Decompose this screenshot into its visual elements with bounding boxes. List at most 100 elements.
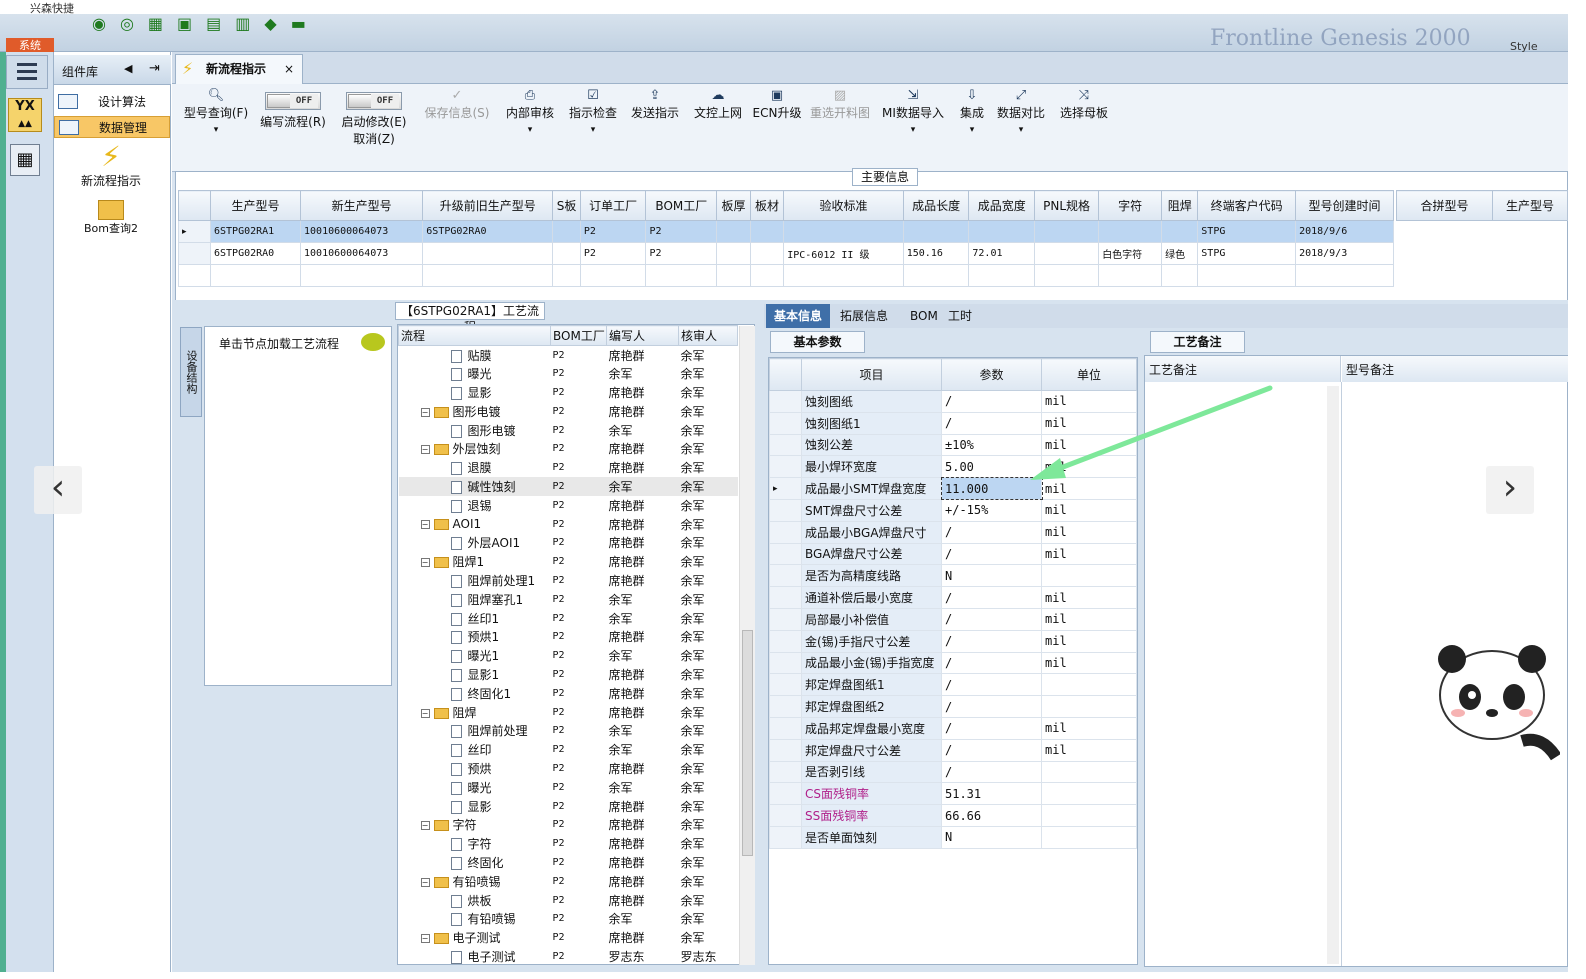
- flow-bom-cell[interactable]: P2: [551, 797, 607, 816]
- model-query-button[interactable]: 🔍︎ 型号查询(F) ▾: [178, 84, 254, 154]
- flow-reviewer-cell[interactable]: 余军: [679, 627, 738, 646]
- row-indicator[interactable]: [769, 738, 802, 762]
- param-row[interactable]: 邦定焊盘图纸2/: [769, 695, 1137, 718]
- collapse-icon[interactable]: −: [420, 520, 430, 530]
- flow-node[interactable]: 预烘1: [399, 627, 551, 646]
- flow-bom-cell[interactable]: P2: [551, 891, 607, 910]
- prev-arrow-icon[interactable]: ‹: [34, 466, 82, 514]
- system-button[interactable]: 系统: [6, 38, 54, 53]
- table-cell[interactable]: 6STPG02RA0: [422, 220, 554, 243]
- flow-writer-cell[interactable]: 席艳群: [607, 439, 679, 458]
- param-row[interactable]: 局部最小补偿值 / mil: [769, 607, 1137, 631]
- param-value[interactable]: /: [941, 607, 1042, 631]
- flow-reviewer-cell[interactable]: 余军: [679, 721, 738, 740]
- flow-bom-cell[interactable]: P2: [551, 515, 607, 534]
- flow-row[interactable]: − 外层蚀刻 P2 席艳群 余军: [399, 439, 738, 458]
- internal-review-button[interactable]: ⎙ 内部审核 ▾: [502, 84, 558, 154]
- menu-icon[interactable]: [6, 55, 48, 89]
- collapse-icon[interactable]: −: [420, 934, 430, 944]
- table-row[interactable]: 6STPG02RA0 10010600064073 P2 P2 IPC-6012 II …: [178, 242, 1394, 265]
- flow-reviewer-cell[interactable]: 余军: [679, 872, 738, 891]
- flow-writer-cell[interactable]: 席艳群: [607, 872, 679, 891]
- vertical-tab-structure[interactable]: 设备结构: [180, 327, 202, 417]
- row-indicator[interactable]: [178, 242, 211, 265]
- table-cell[interactable]: [749, 242, 785, 265]
- flow-node[interactable]: − 图形电镀: [399, 402, 551, 421]
- flow-bom-cell[interactable]: P2: [551, 402, 607, 421]
- flow-node[interactable]: 碱性蚀刻: [398, 477, 551, 496]
- flow-node[interactable]: 阻焊塞孔1: [399, 590, 551, 609]
- flow-bom-cell[interactable]: P2: [551, 571, 607, 590]
- scroll-thumb[interactable]: [742, 630, 753, 856]
- collapse-icon[interactable]: −: [420, 558, 430, 568]
- flow-writer-cell[interactable]: 席艳群: [607, 402, 679, 421]
- param-value[interactable]: /: [941, 716, 1042, 740]
- row-indicator[interactable]: [769, 804, 802, 827]
- table-cell[interactable]: [749, 220, 785, 243]
- table-cell[interactable]: [552, 220, 581, 243]
- notes-col-header[interactable]: 工艺备注: [1145, 356, 1341, 382]
- flow-row[interactable]: 电子测试 P2 罗志东 罗志东: [399, 947, 738, 964]
- table-cell[interactable]: STPG: [1197, 242, 1297, 265]
- flow-writer-cell[interactable]: 余军: [607, 590, 679, 609]
- table-cell[interactable]: 6STPG02RA1: [209, 220, 302, 243]
- flow-node[interactable]: 字符: [399, 834, 551, 853]
- bom-query-button[interactable]: Bom查询2: [56, 200, 166, 236]
- flow-row[interactable]: 烘板 P2 席艳群 余军: [399, 891, 738, 910]
- flow-bom-cell[interactable]: P2: [551, 759, 607, 778]
- flow-bom-cell[interactable]: P2: [551, 947, 607, 964]
- flow-bom-cell[interactable]: P2: [551, 552, 607, 571]
- row-indicator[interactable]: [769, 607, 802, 631]
- param-row[interactable]: 通道补偿后最小宽度 / mil: [769, 586, 1137, 609]
- sidebar-item-data-management[interactable]: 数据管理: [54, 116, 170, 138]
- flow-reviewer-cell[interactable]: 余军: [679, 759, 738, 778]
- params-col-header[interactable]: 项目: [801, 358, 942, 391]
- flow-node[interactable]: 丝印1: [399, 609, 551, 628]
- flow-col-header[interactable]: 编写人: [606, 325, 679, 346]
- flow-node[interactable]: − 电子测试: [399, 928, 551, 947]
- flow-bom-cell[interactable]: P2: [551, 609, 607, 628]
- yx-app-icon[interactable]: YX ▲▲: [8, 98, 42, 132]
- flow-bom-cell[interactable]: P2: [551, 684, 607, 703]
- main-info-col-header[interactable]: 终端客户代码: [1197, 190, 1297, 221]
- flow-row[interactable]: − 有铅喷锡 P2 席艳群 余军: [399, 872, 738, 891]
- table-cell[interactable]: 绿色: [1161, 242, 1199, 265]
- flow-writer-cell[interactable]: 席艳群: [607, 571, 679, 590]
- flow-row[interactable]: 有铅喷锡 P2 余军 余军: [399, 909, 738, 928]
- flow-node[interactable]: − 阻焊1: [399, 552, 551, 571]
- param-row[interactable]: SS面残铜率 66.66: [769, 804, 1137, 827]
- flow-writer-cell[interactable]: 席艳群: [607, 552, 679, 571]
- flow-writer-cell[interactable]: 席艳群: [607, 533, 679, 552]
- table-row[interactable]: ▸ 6STPG02RA1 10010600064073 6STPG02RA0 P2 P2 S…: [178, 220, 1394, 243]
- check-button[interactable]: ☑ 指示检查 ▾: [565, 84, 621, 154]
- toggle-switch[interactable]: OFF: [265, 92, 321, 110]
- row-indicator[interactable]: [769, 433, 802, 457]
- flow-bom-cell[interactable]: P2: [551, 815, 607, 834]
- close-icon[interactable]: ×: [284, 55, 294, 83]
- flow-writer-cell[interactable]: 余军: [607, 609, 679, 628]
- flow-row[interactable]: 碱性蚀刻 P2 余军 余军: [398, 477, 738, 496]
- integrate-button[interactable]: ⇩ 集成 ▾: [954, 84, 990, 154]
- flow-row[interactable]: 阻焊前处理 P2 余军 余军: [399, 721, 738, 740]
- send-button[interactable]: ⇪ 发送指示: [627, 84, 683, 154]
- flow-writer-cell[interactable]: 席艳群: [607, 797, 679, 816]
- flow-row[interactable]: 阻焊前处理1 P2 席艳群 余军: [399, 571, 738, 590]
- flow-node[interactable]: 显影: [399, 797, 551, 816]
- param-row[interactable]: BGA焊盘尺寸公差 / mil: [769, 542, 1137, 566]
- quick-toolbar[interactable]: ◉◎▦▣▤▥◆▬: [92, 14, 472, 33]
- flow-reviewer-cell[interactable]: 余军: [679, 533, 738, 552]
- flow-reviewer-cell[interactable]: 余军: [679, 853, 738, 872]
- flow-writer-cell[interactable]: 席艳群: [607, 684, 679, 703]
- flow-writer-cell[interactable]: 席艳群: [607, 703, 679, 722]
- param-value[interactable]: /: [941, 651, 1042, 675]
- flow-node[interactable]: 图形电镀: [399, 421, 551, 440]
- main-info-col-header[interactable]: 成品宽度: [968, 190, 1036, 221]
- flow-reviewer-cell[interactable]: 余军: [679, 383, 738, 402]
- flow-node[interactable]: 预烘: [399, 759, 551, 778]
- flow-node[interactable]: 终固化: [399, 853, 551, 872]
- flow-reviewer-cell[interactable]: 余军: [679, 346, 738, 365]
- table-cell[interactable]: P2: [579, 220, 647, 243]
- flow-writer-cell[interactable]: 余军: [607, 778, 679, 797]
- flow-row[interactable]: 预烘1 P2 席艳群 余军: [399, 627, 738, 646]
- flow-row[interactable]: 外层AOI1 P2 席艳群 余军: [399, 533, 738, 552]
